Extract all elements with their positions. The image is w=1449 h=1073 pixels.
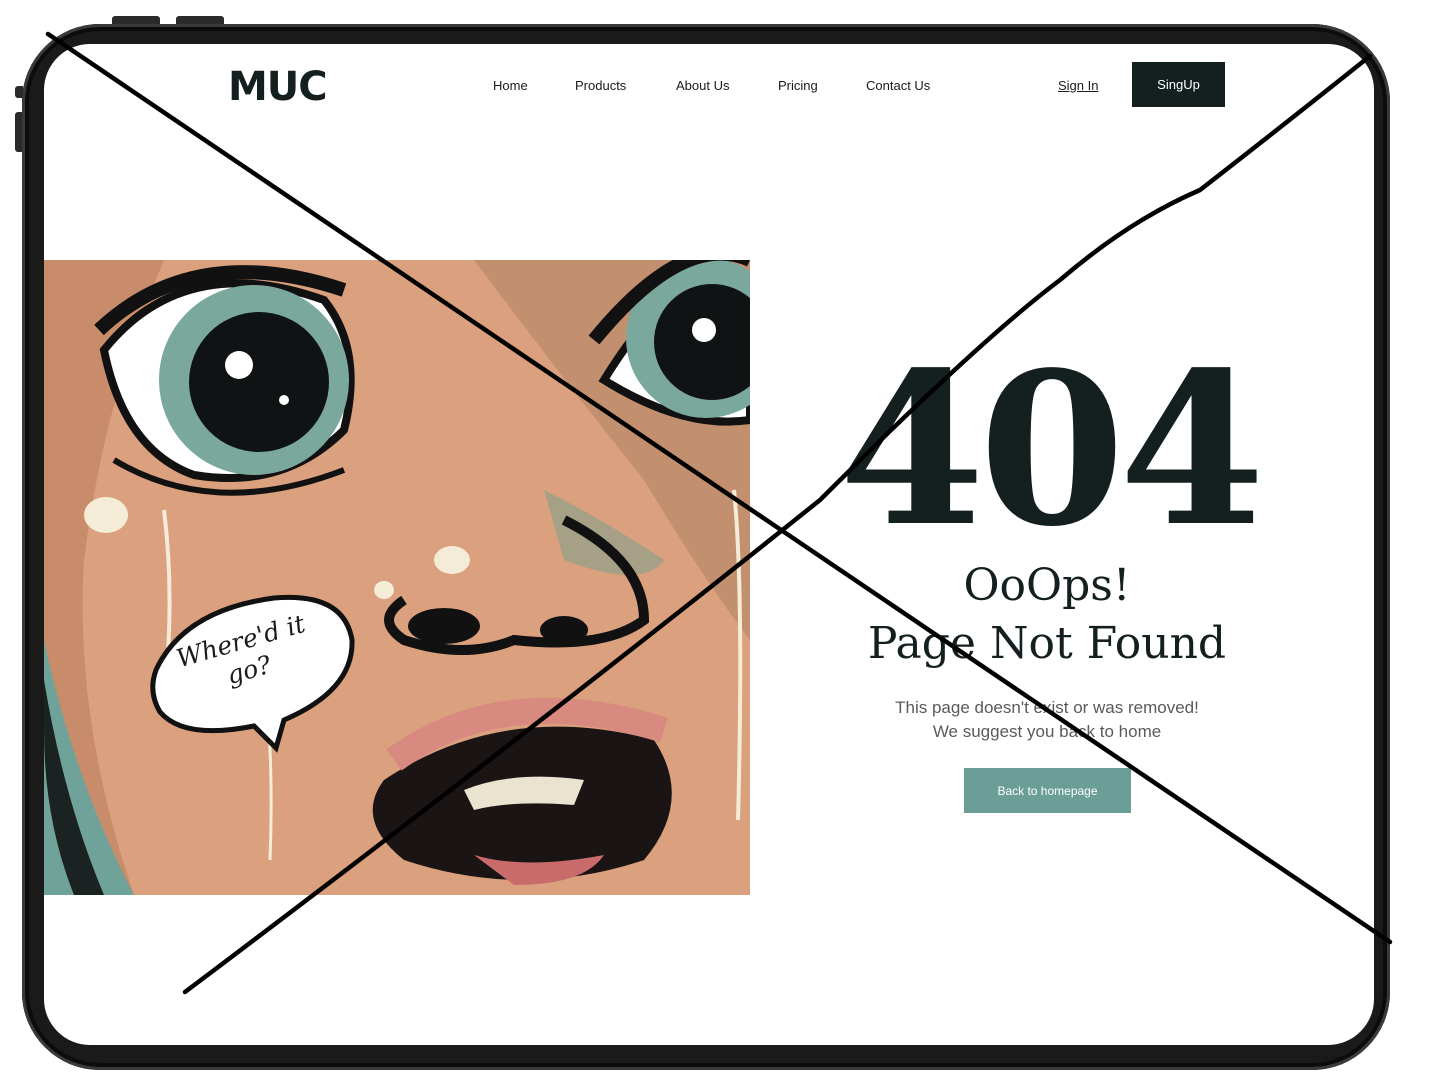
nav-about-us[interactable]: About Us (676, 78, 729, 93)
nav-pricing[interactable]: Pricing (778, 78, 818, 93)
nav-home[interactable]: Home (493, 78, 528, 93)
error-title-line2: Page Not Found (867, 618, 1227, 669)
brand-logo[interactable]: MUC (228, 64, 328, 110)
tablet-frame: MUC Home Products About Us Pricing Conta… (22, 24, 1390, 1070)
error-code: 404 (838, 326, 1265, 573)
comic-face-illustration: Where'd it go? (44, 260, 750, 895)
error-message-line1: This page doesn't exist or was removed! (895, 698, 1199, 717)
stage: MUC Home Products About Us Pricing Conta… (0, 0, 1449, 1073)
tablet-screen: MUC Home Products About Us Pricing Conta… (44, 44, 1374, 1045)
sign-in-link[interactable]: Sign In (1058, 78, 1098, 93)
nav-products[interactable]: Products (575, 78, 626, 93)
back-to-homepage-button[interactable]: Back to homepage (964, 768, 1131, 813)
nav-contact-us[interactable]: Contact Us (866, 78, 930, 93)
error-message: This page doesn't exist or was removed! … (844, 696, 1250, 744)
sign-up-button[interactable]: SingUp (1132, 62, 1225, 107)
comic-face-drawing (44, 260, 750, 895)
error-message-line2: We suggest you back to home (932, 722, 1162, 741)
error-title-line1: OoOps! (963, 560, 1131, 611)
